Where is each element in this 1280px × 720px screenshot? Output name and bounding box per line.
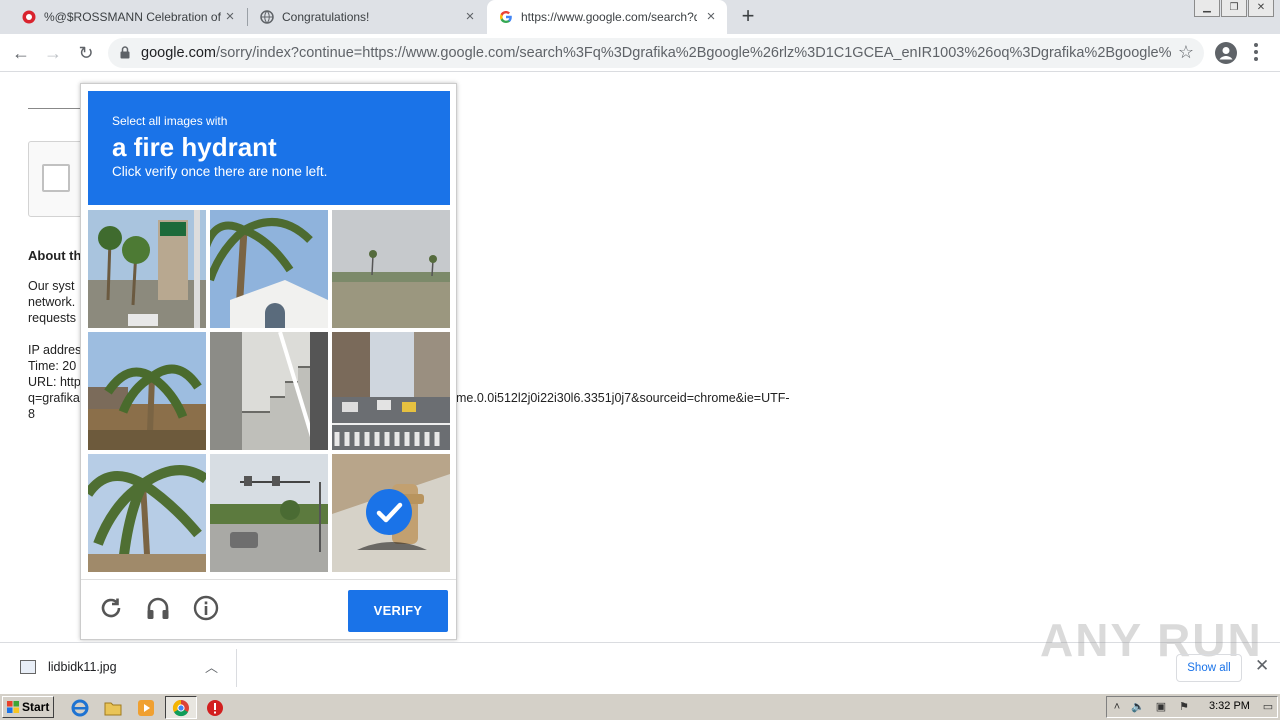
selected-check-icon <box>366 489 412 535</box>
address-bar[interactable]: google.com/sorry/index?continue=https://… <box>108 38 1204 68</box>
tab-separator <box>247 8 248 26</box>
restore-button[interactable]: ❐ <box>1221 0 1247 17</box>
image-tile[interactable] <box>332 454 450 572</box>
verify-button[interactable]: VERIFY <box>348 590 448 632</box>
divider <box>28 108 88 109</box>
page-text-line: q=grafika <box>28 391 80 405</box>
start-button[interactable]: Start <box>2 696 54 718</box>
page-text-line: URL: http <box>28 375 81 389</box>
image-tile[interactable] <box>88 210 206 328</box>
internet-explorer-icon[interactable] <box>71 699 89 717</box>
challenge-header: Select all images with a fire hydrant Cl… <box>88 91 450 205</box>
window-controls: ▁ ❐ ✕ <box>1193 0 1274 17</box>
close-window-button[interactable]: ✕ <box>1248 0 1274 17</box>
recaptcha-widget <box>28 141 88 217</box>
page-text-line: requests <box>28 311 76 325</box>
headphones-icon[interactable] <box>144 594 172 622</box>
image-tile[interactable] <box>210 332 328 450</box>
network-icon[interactable]: ▣ <box>1154 700 1168 714</box>
forward-arrow-icon[interactable]: → <box>41 41 65 65</box>
image-tile[interactable] <box>332 332 450 450</box>
reload-icon[interactable]: ↻ <box>74 41 98 65</box>
image-tile[interactable] <box>88 332 206 450</box>
chevron-up-icon[interactable]: ︿ <box>205 657 218 676</box>
show-all-button[interactable]: Show all <box>1176 654 1242 682</box>
back-arrow-icon[interactable]: ← <box>9 41 33 65</box>
about-heading: About th <box>28 248 82 263</box>
image-tile[interactable] <box>88 454 206 572</box>
tab-google-search[interactable]: https://www.google.com/search?q= × <box>487 0 727 34</box>
divider <box>236 649 237 687</box>
browser-toolbar: ← → ↻ google.com/sorry/index?continue=ht… <box>0 34 1280 72</box>
tab-rossmann[interactable]: %@$ROSSMANN Celebration of t × <box>14 0 246 34</box>
tab-title: https://www.google.com/search?q= <box>521 10 697 24</box>
close-shelf-icon[interactable]: ✕ <box>1255 656 1269 676</box>
url-host: google.com <box>141 45 216 61</box>
bookmark-star-icon[interactable]: ☆ <box>1178 42 1194 63</box>
download-filename[interactable]: lidbidk11.jpg <box>48 660 117 674</box>
chrome-icon <box>172 699 189 717</box>
show-desktop-icon[interactable]: ▭ <box>1261 700 1275 714</box>
close-tab-icon[interactable]: × <box>703 9 719 25</box>
flag-icon[interactable]: ⚑ <box>1177 700 1191 714</box>
image-tile[interactable] <box>210 454 328 572</box>
volume-icon[interactable]: 🔈 <box>1131 700 1145 714</box>
globe-icon <box>260 10 274 24</box>
start-label: Start <box>22 700 50 714</box>
tab-title-prefix: %@$ <box>44 10 74 24</box>
page-url-tail: me.0.0i512l2j0i22i30l6.3351j0j7&sourceid… <box>456 391 790 405</box>
url-path: /sorry/index?continue=https://www.google… <box>215 45 1171 61</box>
page-text-line: Our syst <box>28 279 75 293</box>
page-text-line: IP addres <box>28 343 82 357</box>
image-tile[interactable] <box>210 210 328 328</box>
page-text-line: network. <box>28 295 76 309</box>
recaptcha-checkbox[interactable] <box>42 164 70 192</box>
reload-challenge-icon[interactable] <box>97 594 125 622</box>
page-text-line: Time: 20 <box>28 359 77 373</box>
profile-avatar-icon[interactable] <box>1215 42 1237 64</box>
instruction-sub: Click verify once there are none left. <box>112 164 328 179</box>
folder-icon[interactable] <box>104 699 122 717</box>
tray-expand-icon[interactable]: ˄ <box>1110 700 1124 714</box>
image-file-icon <box>20 660 36 674</box>
browser-menu-icon[interactable] <box>1254 43 1258 61</box>
download-shelf: lidbidk11.jpg ︿ ANY RUN Show all ✕ <box>0 614 1280 692</box>
tab-strip: %@$ROSSMANN Celebration of t × Congratul… <box>0 0 1280 34</box>
lock-icon <box>120 46 130 59</box>
challenge-footer: VERIFY <box>81 579 456 639</box>
system-tray: ˄ 🔈 ▣ ⚑ 3:32 PM ▭ <box>1106 696 1278 718</box>
url-text: google.com/sorry/index?continue=https://… <box>141 45 1171 61</box>
close-tab-icon[interactable]: × <box>222 9 238 25</box>
windows-logo-icon <box>7 701 19 713</box>
clock: 3:32 PM <box>1209 700 1250 712</box>
instruction-small: Select all images with <box>112 114 228 128</box>
instruction-target: a fire hydrant <box>112 132 277 162</box>
google-icon <box>500 11 512 23</box>
close-tab-icon[interactable]: × <box>462 9 478 25</box>
taskbar-chrome-active[interactable] <box>165 696 197 719</box>
page-text-line: 8 <box>28 407 35 421</box>
info-icon[interactable] <box>192 594 220 622</box>
stop-app-icon[interactable] <box>206 699 224 717</box>
image-tile[interactable] <box>332 210 450 328</box>
recaptcha-challenge: Select all images with a fire hydrant Cl… <box>80 83 457 640</box>
rossmann-favicon-icon <box>22 10 36 24</box>
taskbar: Start ˄ 🔈 ▣ ⚑ 3:32 PM ▭ <box>0 693 1280 720</box>
media-player-icon[interactable] <box>137 699 155 717</box>
new-tab-button[interactable]: + <box>738 5 758 27</box>
tab-congratulations[interactable]: Congratulations! × <box>250 0 486 34</box>
minimize-button[interactable]: ▁ <box>1194 0 1220 17</box>
tab-title: Congratulations! <box>282 10 370 24</box>
tab-title: ROSSMANN Celebration of t <box>73 10 224 24</box>
